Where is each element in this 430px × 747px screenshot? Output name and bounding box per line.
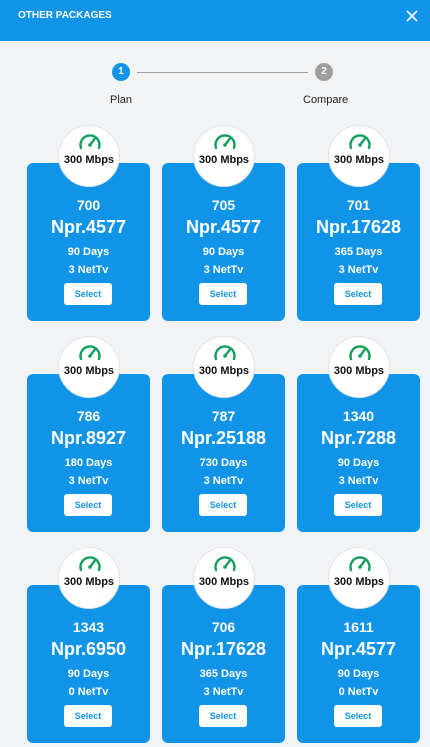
package-nettv: 3 NetTv: [203, 475, 244, 487]
package-nettv: 3 NetTv: [68, 264, 109, 276]
speed-badge: 300 Mbps: [193, 125, 255, 187]
package-card: 300 Mbps 701 Npr.17628 365 Days 3 NetTv …: [297, 125, 420, 336]
step-1-label: Plan: [110, 94, 133, 106]
speed-label: 300 Mbps: [63, 576, 115, 588]
dialog-header: OTHER PACKAGES: [0, 0, 430, 41]
speed-label: 300 Mbps: [63, 365, 115, 377]
package-card: 300 Mbps 1343 Npr.6950 90 Days 0 NetTv S…: [27, 547, 150, 747]
package-nettv: 3 NetTv: [338, 264, 379, 276]
speed-badge: 300 Mbps: [328, 125, 390, 187]
step-connector: [137, 72, 308, 73]
speed-label: 300 Mbps: [198, 576, 250, 588]
speedometer-icon: [79, 345, 101, 361]
package-card: 300 Mbps 787 Npr.25188 730 Days 3 NetTv …: [162, 336, 285, 547]
speed-label: 300 Mbps: [333, 154, 385, 166]
speed-badge: 300 Mbps: [328, 547, 390, 609]
package-nettv: 0 NetTv: [338, 686, 379, 698]
speed-badge: 300 Mbps: [328, 336, 390, 398]
package-nettv: 3 NetTv: [203, 264, 244, 276]
package-id: 706: [211, 619, 236, 635]
speedometer-icon: [349, 345, 371, 361]
package-duration: 90 Days: [202, 246, 245, 258]
package-price: Npr.7288: [320, 428, 397, 448]
package-card: 300 Mbps 786 Npr.8927 180 Days 3 NetTv S…: [27, 336, 150, 547]
speedometer-icon: [349, 134, 371, 150]
speed-label: 300 Mbps: [198, 365, 250, 377]
package-card: 300 Mbps 700 Npr.4577 90 Days 3 NetTv Se…: [27, 125, 150, 336]
package-duration: 90 Days: [337, 457, 380, 469]
package-id: 787: [211, 408, 236, 424]
select-button[interactable]: Select: [199, 283, 247, 305]
package-nettv: 3 NetTv: [203, 686, 244, 698]
package-nettv: 3 NetTv: [338, 475, 379, 487]
select-button[interactable]: Select: [199, 494, 247, 516]
speed-label: 300 Mbps: [63, 154, 115, 166]
package-nettv: 3 NetTv: [68, 475, 109, 487]
package-id: 1611: [343, 619, 374, 635]
select-button[interactable]: Select: [334, 705, 382, 727]
package-id: 700: [76, 197, 101, 213]
package-card: 300 Mbps 705 Npr.4577 90 Days 3 NetTv Se…: [162, 125, 285, 336]
dialog-title: OTHER PACKAGES: [18, 10, 112, 21]
close-button[interactable]: [404, 8, 420, 24]
select-button[interactable]: Select: [334, 494, 382, 516]
select-button[interactable]: Select: [64, 283, 112, 305]
speed-badge: 300 Mbps: [58, 336, 120, 398]
package-duration: 90 Days: [67, 668, 110, 680]
step-2-label: Compare: [303, 94, 349, 106]
package-grid: 300 Mbps 700 Npr.4577 90 Days 3 NetTv Se…: [27, 125, 421, 747]
package-price: Npr.4577: [185, 217, 262, 237]
package-nettv: 0 NetTv: [68, 686, 109, 698]
package-duration: 90 Days: [337, 668, 380, 680]
package-card: 300 Mbps 1340 Npr.7288 90 Days 3 NetTv S…: [297, 336, 420, 547]
package-price: Npr.4577: [320, 639, 397, 659]
speed-badge: 300 Mbps: [58, 547, 120, 609]
speed-label: 300 Mbps: [333, 365, 385, 377]
package-price: Npr.6950: [50, 639, 127, 659]
package-card: 300 Mbps 706 Npr.17628 365 Days 3 NetTv …: [162, 547, 285, 747]
speedometer-icon: [214, 134, 236, 150]
package-price: Npr.17628: [180, 639, 267, 659]
select-button[interactable]: Select: [199, 705, 247, 727]
package-duration: 730 Days: [199, 457, 248, 469]
package-duration: 365 Days: [334, 246, 383, 258]
package-price: Npr.4577: [50, 217, 127, 237]
speedometer-icon: [79, 134, 101, 150]
speedometer-icon: [214, 556, 236, 572]
speed-label: 300 Mbps: [198, 154, 250, 166]
package-duration: 365 Days: [199, 668, 248, 680]
package-card: 300 Mbps 1611 Npr.4577 90 Days 0 NetTv S…: [297, 547, 420, 747]
package-price: Npr.8927: [50, 428, 127, 448]
speed-badge: 300 Mbps: [58, 125, 120, 187]
speedometer-icon: [79, 556, 101, 572]
package-id: 1343: [72, 619, 105, 635]
step-1-indicator[interactable]: 1: [112, 63, 130, 81]
stepper: 1 2 Plan Compare: [0, 58, 430, 108]
select-button[interactable]: Select: [64, 705, 112, 727]
speed-label: 300 Mbps: [333, 576, 385, 588]
package-id: 1340: [342, 408, 375, 424]
speed-badge: 300 Mbps: [193, 336, 255, 398]
package-price: Npr.25188: [180, 428, 267, 448]
package-id: 701: [346, 197, 371, 213]
speedometer-icon: [349, 556, 371, 572]
package-id: 786: [76, 408, 101, 424]
package-duration: 180 Days: [64, 457, 113, 469]
package-duration: 90 Days: [67, 246, 110, 258]
select-button[interactable]: Select: [64, 494, 112, 516]
step-2-indicator[interactable]: 2: [315, 63, 333, 81]
speedometer-icon: [214, 345, 236, 361]
package-price: Npr.17628: [315, 217, 402, 237]
speed-badge: 300 Mbps: [193, 547, 255, 609]
package-id: 705: [211, 197, 236, 213]
select-button[interactable]: Select: [334, 283, 382, 305]
close-icon: [406, 10, 418, 22]
